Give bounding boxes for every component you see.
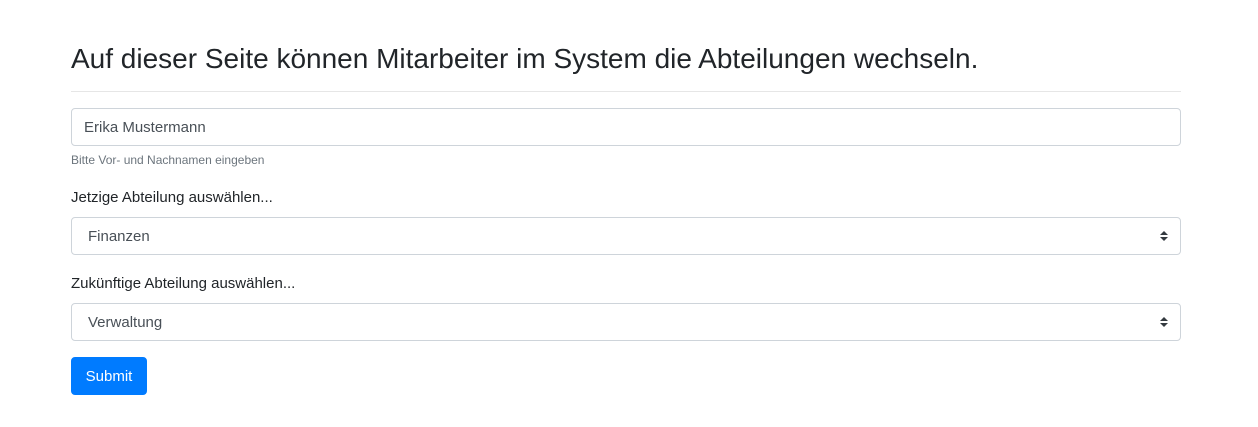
page-title: Auf dieser Seite können Mitarbeiter im S… [71, 43, 979, 74]
select-arrows-icon [1160, 317, 1168, 327]
divider [71, 91, 1181, 92]
future-department-value: Verwaltung [88, 313, 163, 331]
future-department-label: Zukünftige Abteilung auswählen... [71, 275, 296, 292]
name-input[interactable] [71, 108, 1181, 146]
current-department-value: Finanzen [88, 227, 150, 245]
current-department-select[interactable]: Finanzen [71, 217, 1181, 255]
current-department-label: Jetzige Abteilung auswählen... [71, 189, 273, 206]
select-arrows-icon [1160, 231, 1168, 241]
name-help-text: Bitte Vor- und Nachnamen eingeben [71, 153, 265, 167]
submit-button[interactable]: Submit [71, 357, 147, 395]
future-department-select[interactable]: Verwaltung [71, 303, 1181, 341]
